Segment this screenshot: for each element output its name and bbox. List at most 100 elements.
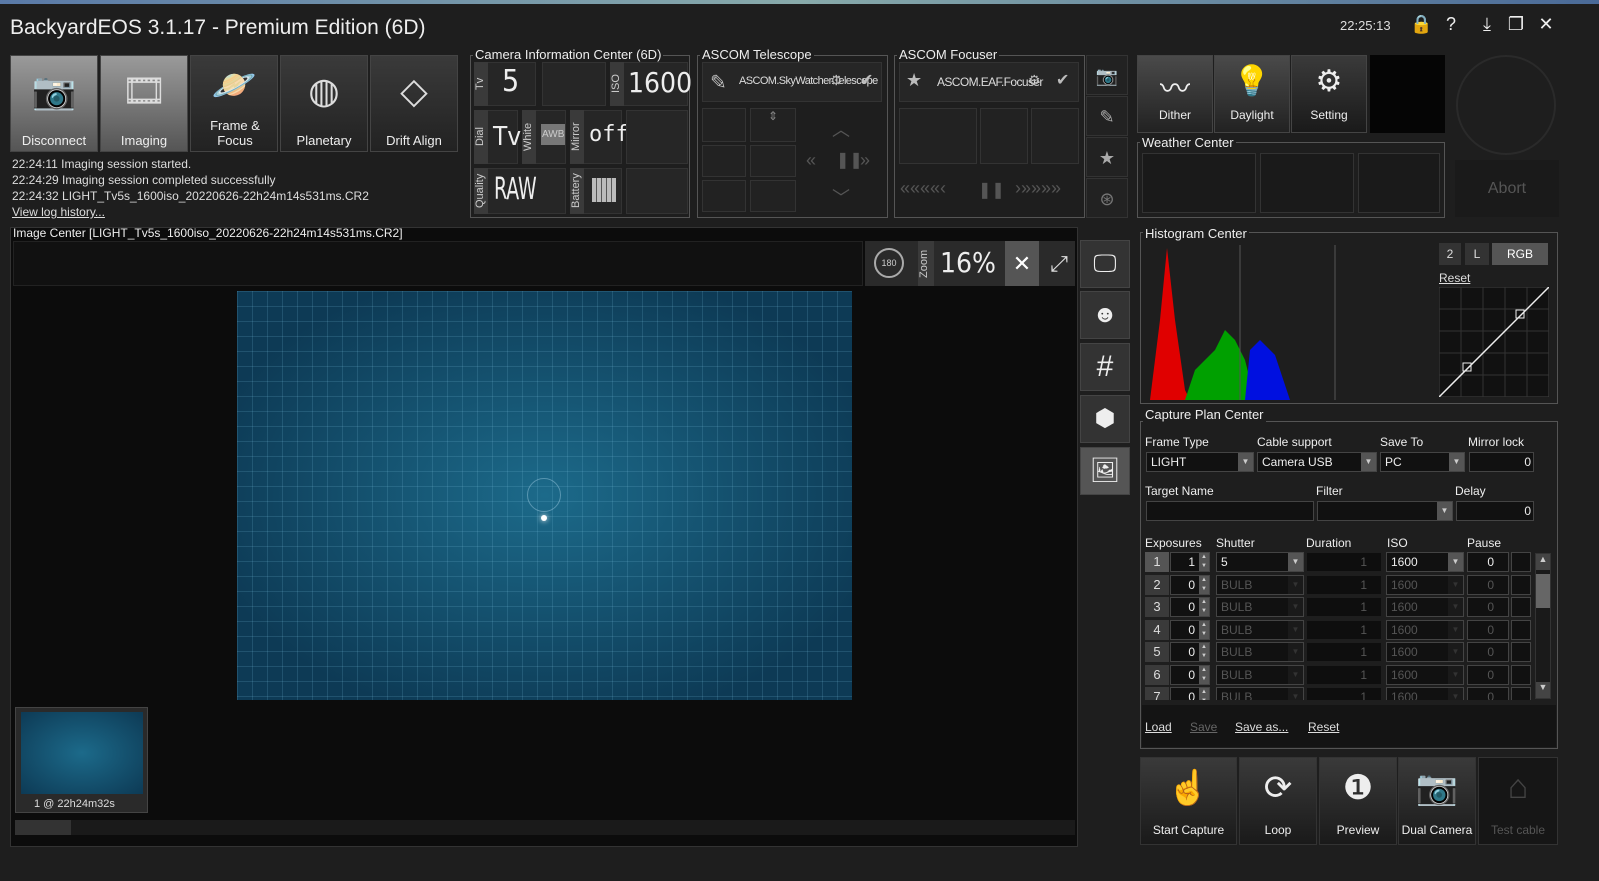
focuser-settings-icon[interactable]: ⚙ xyxy=(1028,72,1041,89)
image-icon[interactable]: 🖼 xyxy=(1080,447,1130,495)
stop-icon[interactable]: ❚❚ xyxy=(836,150,863,170)
iso-select[interactable]: 1600 ▼ xyxy=(1386,642,1464,662)
shutter-select[interactable]: 5 ▼ xyxy=(1216,552,1304,572)
fullscreen-icon[interactable]: ⤢ xyxy=(1042,241,1076,286)
planetary-button[interactable]: ◍ Planetary xyxy=(280,55,368,152)
duration-input[interactable]: 1 xyxy=(1306,597,1382,617)
imaging-button[interactable]: 🎞 Imaging xyxy=(100,55,188,152)
mode-rgb-button[interactable]: RGB xyxy=(1492,243,1548,265)
east-arrow-icon[interactable]: » xyxy=(860,150,870,171)
test-cable-button[interactable]: ⌂ Test cable xyxy=(1478,757,1558,845)
telescope-connect-icon[interactable]: ✔ xyxy=(860,70,873,90)
south-arrow-icon[interactable]: ﹀ xyxy=(832,184,850,210)
shutter-select[interactable]: BULB ▼ xyxy=(1216,574,1304,595)
save-link[interactable]: Save xyxy=(1190,720,1217,734)
frame-type-select[interactable]: LIGHT ▼ xyxy=(1146,452,1254,472)
mirror-lock-input[interactable]: 0 xyxy=(1469,452,1534,472)
iso-select[interactable]: 1600 ▼ xyxy=(1386,687,1464,700)
camera-small-icon[interactable]: 📷 xyxy=(1086,55,1128,95)
pause-stepper[interactable]: 0 xyxy=(1467,619,1509,640)
row-extra[interactable] xyxy=(1511,687,1531,700)
lock-icon[interactable]: 🔒 xyxy=(1410,14,1432,36)
shutter-select[interactable]: BULB ▼ xyxy=(1216,619,1304,640)
shutter-select[interactable]: BULB ▼ xyxy=(1216,687,1304,700)
restore-icon[interactable]: ❐ xyxy=(1505,14,1527,36)
iso-select[interactable]: 1600 ▼ xyxy=(1386,664,1464,685)
pause-stepper[interactable]: 0 xyxy=(1467,664,1509,685)
row-extra[interactable] xyxy=(1511,597,1531,617)
rotate-180-button[interactable]: 180 xyxy=(874,248,904,278)
stepper-arrows-icon[interactable]: ▲▼ xyxy=(1199,575,1209,594)
mode-l-button[interactable]: L xyxy=(1465,243,1489,265)
iso-select[interactable]: 1600 ▼ xyxy=(1386,574,1464,595)
pause-stepper[interactable]: 0 xyxy=(1467,642,1509,662)
iso-select[interactable]: 1600 ▼ xyxy=(1386,552,1464,572)
stepper-arrows-icon[interactable]: ▲▼ xyxy=(1199,598,1209,616)
loop-button[interactable]: ⟳ Loop xyxy=(1239,757,1317,845)
help-icon[interactable]: ? xyxy=(1440,14,1462,36)
stepper-arrows-icon[interactable]: ▲▼ xyxy=(1199,688,1209,700)
west-arrow-icon[interactable]: « xyxy=(806,150,816,171)
focus-stop-icon[interactable]: ❚❚ xyxy=(978,180,1005,200)
cable-select[interactable]: Camera USB ▼ xyxy=(1257,452,1377,472)
row-extra[interactable] xyxy=(1511,642,1531,662)
minimize-icon[interactable]: ⤓ xyxy=(1476,14,1498,36)
duration-input[interactable]: 1 xyxy=(1306,664,1382,685)
telescope-small-icon[interactable]: ✎ xyxy=(1086,96,1128,136)
scroll-down-icon[interactable]: ▼ xyxy=(1536,682,1550,698)
scrollbar-thumb[interactable] xyxy=(15,820,71,835)
close-icon[interactable]: ✕ xyxy=(1535,14,1557,36)
stepper-arrows-icon[interactable]: ▲▼ xyxy=(1199,665,1209,684)
row-extra[interactable] xyxy=(1511,619,1531,640)
focus-in-icon[interactable]: ««««‹ xyxy=(900,178,946,199)
row-extra[interactable] xyxy=(1511,664,1531,685)
start-capture-button[interactable]: ☝ Start Capture xyxy=(1140,757,1237,845)
duration-input[interactable]: 1 xyxy=(1306,687,1382,700)
mask-icon[interactable]: ☻ xyxy=(1080,291,1130,339)
target-name-input[interactable] xyxy=(1146,501,1314,521)
duration-input[interactable]: 1 xyxy=(1306,552,1382,572)
histogram-reset-link[interactable]: Reset xyxy=(1439,271,1470,285)
duration-input[interactable]: 1 xyxy=(1306,619,1382,640)
pause-stepper[interactable]: 0 xyxy=(1467,687,1509,700)
duration-input[interactable]: 1 xyxy=(1306,574,1382,595)
table-scrollbar[interactable]: ▲ ▼ xyxy=(1535,553,1551,699)
pause-stepper[interactable]: 0 xyxy=(1467,552,1509,572)
iso-select[interactable]: 1600 ▼ xyxy=(1386,619,1464,640)
abort-button[interactable]: Abort xyxy=(1455,160,1559,217)
stepper-arrows-icon[interactable]: ▲▼ xyxy=(1199,620,1209,639)
disconnect-button[interactable]: 📷 Disconnect xyxy=(10,55,98,152)
daylight-button[interactable]: 💡 Daylight xyxy=(1214,55,1290,133)
cube-icon[interactable]: ⬢ xyxy=(1080,395,1130,443)
reset-link[interactable]: Reset xyxy=(1308,720,1339,734)
fit-icon[interactable]: ✕ xyxy=(1005,241,1039,286)
star-small-icon[interactable]: ★ xyxy=(1086,137,1128,177)
view-log-link[interactable]: View log history... xyxy=(12,205,105,219)
focuser-connect-icon[interactable]: ✔ xyxy=(1056,70,1069,90)
duration-input[interactable]: 1 xyxy=(1306,642,1382,662)
row-extra[interactable] xyxy=(1511,574,1531,595)
iso-select[interactable]: 1600 ▼ xyxy=(1386,597,1464,617)
curve-editor[interactable] xyxy=(1439,287,1549,397)
preview-button[interactable]: ❶ Preview xyxy=(1319,757,1397,845)
stepper-arrows-icon[interactable]: ▲▼ xyxy=(1199,553,1209,571)
delay-input[interactable]: 0 xyxy=(1456,501,1534,521)
north-arrow-icon[interactable]: ︿ xyxy=(832,116,850,142)
save-as-link[interactable]: Save as... xyxy=(1235,720,1288,734)
pause-stepper[interactable]: 0 xyxy=(1467,574,1509,595)
focus-out-icon[interactable]: ›»»»» xyxy=(1015,178,1061,199)
frame-focus-button[interactable]: 🪐 Frame & Focus xyxy=(190,55,278,152)
shutter-select[interactable]: BULB ▼ xyxy=(1216,597,1304,617)
load-link[interactable]: Load xyxy=(1145,720,1172,734)
filter-wheel-icon[interactable]: ⊛ xyxy=(1086,178,1128,218)
stepper-arrows-icon[interactable]: ▲▼ xyxy=(1199,643,1209,661)
scroll-up-icon[interactable]: ▲ xyxy=(1536,554,1550,570)
display-icon[interactable]: 🖵 xyxy=(1080,240,1130,288)
scrollbar-thumb[interactable] xyxy=(1536,574,1550,608)
row-extra[interactable] xyxy=(1511,552,1531,572)
telescope-rate-stepper[interactable]: ⇕ xyxy=(750,108,796,142)
grid-icon[interactable]: # xyxy=(1080,343,1130,391)
thumbnail[interactable]: 1 @ 22h24m32s xyxy=(15,707,148,813)
mode-2-button[interactable]: 2 xyxy=(1439,243,1461,265)
shutter-select[interactable]: BULB ▼ xyxy=(1216,664,1304,685)
